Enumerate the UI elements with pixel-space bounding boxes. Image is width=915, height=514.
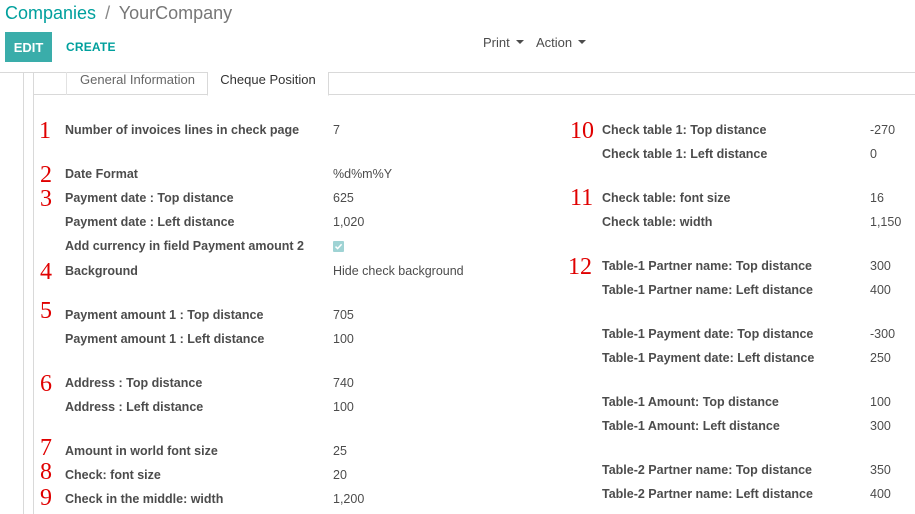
field-label: Payment date : Top distance xyxy=(65,191,234,205)
field-value: 740 xyxy=(333,376,354,390)
tab-general-information[interactable]: General Information xyxy=(66,72,208,95)
field-value: 1,020 xyxy=(333,215,365,229)
field-label: Date Format xyxy=(65,167,138,181)
sheet-border xyxy=(33,73,34,514)
print-dropdown[interactable]: Print xyxy=(483,35,524,50)
field-label: Table-1 Partner name: Top distance xyxy=(602,259,813,273)
marker-11: 11 xyxy=(570,185,594,211)
marker-5: 5 xyxy=(40,298,52,324)
edit-button[interactable]: EDIT xyxy=(5,32,52,62)
field-label: Address : Top distance xyxy=(65,376,203,390)
field-label: Address : Left distance xyxy=(65,400,204,414)
field-value: 100 xyxy=(870,395,891,409)
field-value: 100 xyxy=(333,400,354,414)
field-label: Check table 1: Top distance xyxy=(602,123,767,137)
field-value: 100 xyxy=(333,332,354,346)
breadcrumb-current: YourCompany xyxy=(118,3,233,23)
field-label: Table-2 Partner name: Left distance xyxy=(602,487,813,501)
field-label: Background xyxy=(65,264,138,278)
field-value: 25 xyxy=(333,444,347,458)
field-label: Amount in world font size xyxy=(65,444,218,458)
field-value: 625 xyxy=(333,191,354,205)
field-value: 16 xyxy=(870,191,884,205)
field-label: Check: font size xyxy=(65,468,161,482)
caret-down-icon xyxy=(578,39,587,44)
field-label: Payment amount 1 : Left distance xyxy=(65,332,265,346)
marker-9: 9 xyxy=(40,485,52,511)
field-value: 300 xyxy=(870,419,891,433)
marker-6: 6 xyxy=(40,371,52,397)
field-label: Check table 1: Left distance xyxy=(602,147,768,161)
marker-7: 7 xyxy=(40,435,52,461)
field-label: Number of invoices lines in check page xyxy=(65,123,300,137)
breadcrumb-separator: / xyxy=(105,3,111,23)
sheet-border xyxy=(23,73,24,514)
marker-4: 4 xyxy=(40,259,52,285)
field-label: Add currency in field Payment amount 2 xyxy=(65,239,304,253)
field-label: Table-1 Amount: Top distance xyxy=(602,395,779,409)
field-label: Check in the middle: width xyxy=(65,492,224,506)
marker-1: 1 xyxy=(39,118,51,144)
field-value: 350 xyxy=(870,463,891,477)
breadcrumb-companies-link[interactable]: Companies xyxy=(5,3,96,23)
field-value: 250 xyxy=(870,351,891,365)
marker-3: 3 xyxy=(40,186,52,212)
field-value: 1,150 xyxy=(870,215,902,229)
marker-12: 12 xyxy=(568,254,592,280)
field-value: 1,200 xyxy=(333,492,365,506)
marker-8: 8 xyxy=(40,459,52,485)
field-value: -270 xyxy=(870,123,896,137)
field-label: Table-1 Amount: Left distance xyxy=(602,419,780,433)
action-label: Action xyxy=(536,35,573,50)
marker-10: 10 xyxy=(570,118,594,144)
field-value: -300 xyxy=(870,327,896,341)
field-label: Payment date : Left distance xyxy=(65,215,235,229)
field-label: Table-1 Payment date: Top distance xyxy=(602,327,814,341)
caret-down-icon xyxy=(515,39,524,44)
field-value: %d%m%Y xyxy=(333,167,393,181)
check-icon xyxy=(334,243,343,250)
field-value: 400 xyxy=(870,487,891,501)
field-value: 705 xyxy=(333,308,354,322)
field-label: Table-1 Payment date: Left distance xyxy=(602,351,815,365)
field-value: 7 xyxy=(333,123,340,137)
field-label: Check table: font size xyxy=(602,191,731,205)
field-value: 300 xyxy=(870,259,891,273)
create-button[interactable]: CREATE xyxy=(66,40,116,54)
field-value: 400 xyxy=(870,283,891,297)
field-value: 20 xyxy=(333,468,347,482)
field-label: Payment amount 1 : Top distance xyxy=(65,308,264,322)
action-dropdown[interactable]: Action xyxy=(536,35,587,50)
tab-cheque-position[interactable]: Cheque Position xyxy=(207,72,329,96)
field-label: Table-1 Partner name: Left distance xyxy=(602,283,813,297)
field-label: Table-2 Partner name: Top distance xyxy=(602,463,813,477)
breadcrumb: Companies / YourCompany xyxy=(5,3,232,24)
currency-checkbox[interactable] xyxy=(333,241,344,252)
field-value: Hide check background xyxy=(333,264,464,278)
print-label: Print xyxy=(483,35,510,50)
marker-2: 2 xyxy=(40,162,52,188)
field-label: Check table: width xyxy=(602,215,713,229)
field-value: 0 xyxy=(870,147,877,161)
